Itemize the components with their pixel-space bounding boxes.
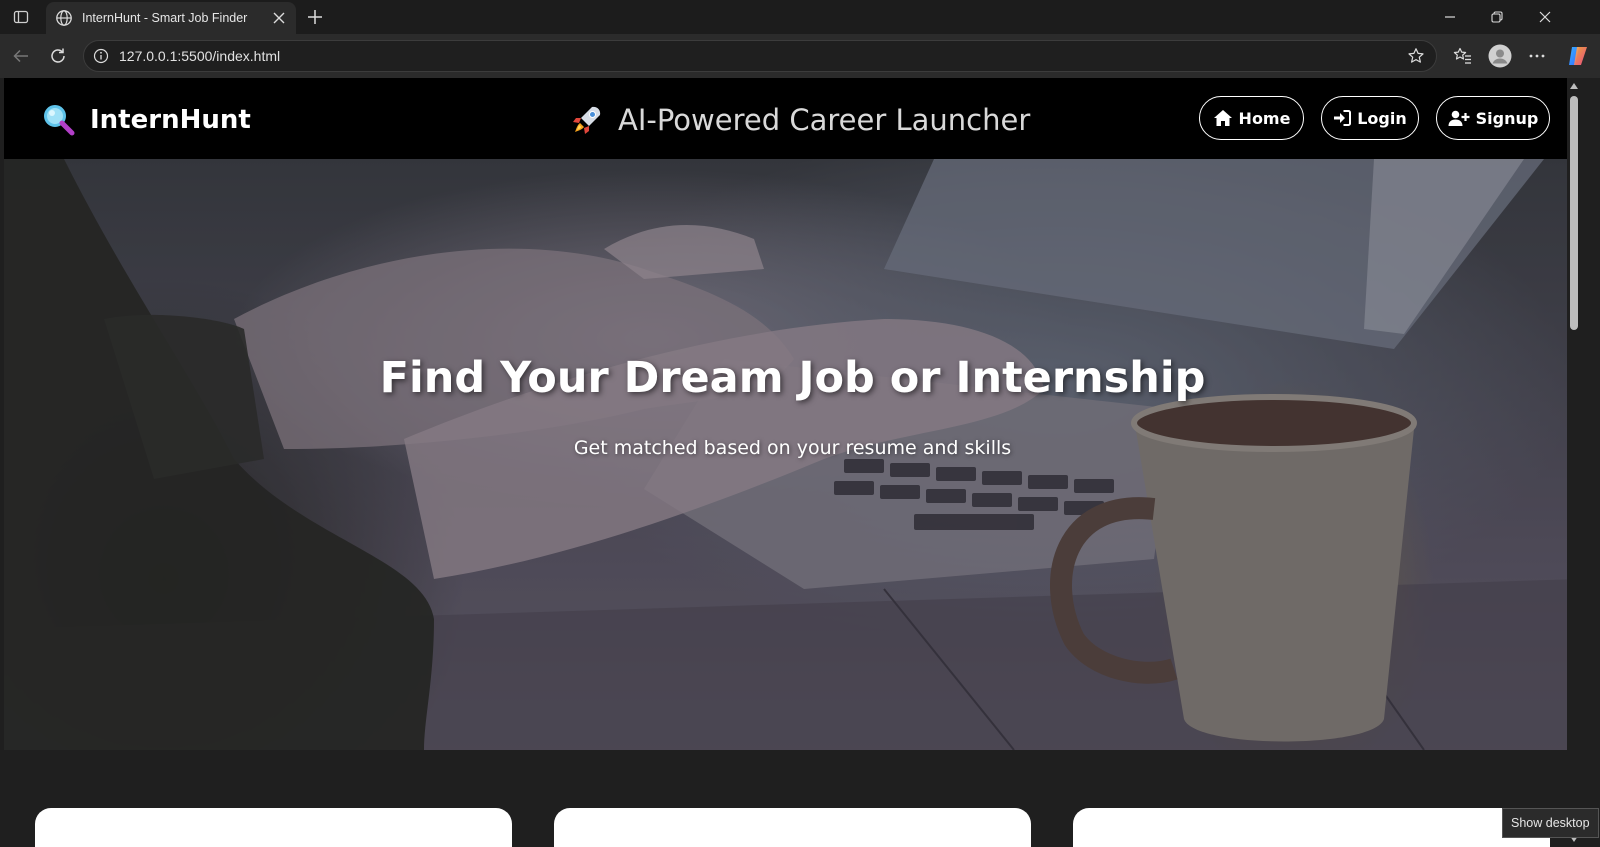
- login-label: Login: [1357, 108, 1407, 128]
- user-plus-icon: [1448, 110, 1470, 126]
- tagline-text: AI-Powered Career Launcher: [618, 103, 1031, 137]
- url-text: 127.0.0.1:5500/index.html: [119, 48, 281, 64]
- tab-actions-icon[interactable]: [8, 6, 34, 28]
- home-label: Home: [1238, 108, 1291, 128]
- plus-icon[interactable]: [304, 6, 326, 28]
- profile-icon[interactable]: [1486, 42, 1514, 70]
- close-icon[interactable]: [270, 9, 288, 27]
- feature-card[interactable]: [554, 808, 1031, 847]
- sign-in-icon: [1334, 110, 1352, 126]
- tagline: AI-Powered Career Launcher: [570, 98, 1030, 142]
- scrollbar[interactable]: [1567, 78, 1581, 847]
- login-button[interactable]: Login: [1321, 96, 1419, 140]
- favorites-icon[interactable]: [1449, 42, 1477, 70]
- magnifier-icon: [44, 105, 75, 136]
- star-icon[interactable]: [1406, 46, 1426, 66]
- browser-tab[interactable]: InternHunt - Smart Job Finder: [46, 2, 296, 34]
- show-desktop-tooltip: Show desktop: [1502, 808, 1599, 838]
- page-viewport: InternHunt AI-Powered Career Launcher Ho…: [4, 78, 1581, 847]
- minimize-icon[interactable]: [1427, 4, 1473, 30]
- hero-title: Find Your Dream Job or Internship: [379, 353, 1206, 403]
- address-bar[interactable]: 127.0.0.1:5500/index.html: [83, 40, 1437, 72]
- tab-title: InternHunt - Smart Job Finder: [82, 11, 248, 25]
- home-icon: [1213, 110, 1232, 126]
- info-icon[interactable]: [92, 47, 110, 65]
- restore-icon[interactable]: [1474, 4, 1520, 30]
- window-close-icon[interactable]: [1522, 4, 1568, 30]
- hero-section: Find Your Dream Job or Internship Get ma…: [4, 159, 1581, 750]
- rocket-icon: [573, 106, 601, 134]
- browser-tab-bar: InternHunt - Smart Job Finder: [0, 0, 1600, 34]
- signup-label: Signup: [1475, 108, 1539, 128]
- hero-subtitle: Get matched based on your resume and ski…: [573, 437, 1012, 459]
- feature-card[interactable]: [1073, 808, 1550, 847]
- brand-logo[interactable]: InternHunt: [42, 100, 251, 140]
- feature-card[interactable]: [35, 808, 512, 847]
- copilot-icon[interactable]: [1564, 42, 1592, 70]
- feature-cards: [4, 808, 1581, 847]
- brand-name: InternHunt: [90, 105, 251, 135]
- scroll-thumb[interactable]: [1570, 96, 1578, 330]
- back-icon[interactable]: [8, 43, 34, 69]
- globe-icon: [54, 8, 74, 28]
- browser-toolbar: 127.0.0.1:5500/index.html: [0, 34, 1600, 78]
- home-button[interactable]: Home: [1199, 96, 1304, 140]
- refresh-icon[interactable]: [45, 43, 71, 69]
- more-icon[interactable]: [1523, 42, 1551, 70]
- header-nav: Home Login Signup: [1199, 96, 1550, 140]
- scroll-up-icon[interactable]: [1569, 81, 1579, 91]
- site-header: InternHunt AI-Powered Career Launcher Ho…: [4, 78, 1581, 159]
- signup-button[interactable]: Signup: [1436, 96, 1550, 140]
